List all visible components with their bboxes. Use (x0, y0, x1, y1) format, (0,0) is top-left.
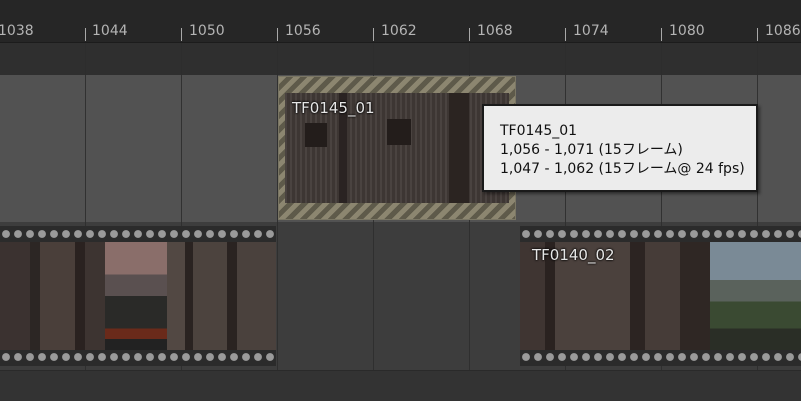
ruler-tick (373, 28, 374, 41)
film-perforations (0, 227, 276, 241)
tooltip-clip-name: TF0145_01 (500, 123, 578, 139)
ruler-tick (181, 28, 182, 41)
film-perforations (520, 227, 801, 241)
clip-tf0140[interactable]: TF0140_02 (520, 226, 801, 366)
window-shape (305, 123, 327, 147)
tooltip-range: 1,056 - 1,071 (15フレーム) (500, 142, 683, 158)
ruler-tick-label: 1038 (0, 23, 34, 39)
clip-left[interactable] (0, 226, 276, 366)
ruler-tick-label: 1062 (381, 23, 417, 39)
clip-label: TF0140_02 (532, 246, 615, 264)
track-header-row (0, 43, 801, 75)
timeline-ruler[interactable]: 1038 1044 1050 1056 1062 1068 1074 1080 … (0, 0, 801, 43)
ruler-tick-label: 1056 (285, 23, 321, 39)
track-footer (0, 370, 801, 401)
ruler-tick (85, 28, 86, 41)
ruler-tick-label: 1080 (669, 23, 705, 39)
ruler-tick (661, 28, 662, 41)
clip-label: TF0145_01 (292, 99, 375, 117)
clip-thumbnails (0, 242, 276, 350)
thumbnail-frame (167, 242, 276, 350)
ruler-tick (469, 28, 470, 41)
tooltip-source-range: 1,047 - 1,062 (15フレーム@ 24 fps) (500, 161, 745, 177)
clip-tooltip: TF0145_01 1,056 - 1,071 (15フレーム) 1,047 -… (482, 104, 758, 192)
ruler-tick (277, 28, 278, 41)
thumbnail-frame (0, 242, 105, 350)
ruler-tick (757, 28, 758, 41)
ruler-tick-label: 1086 (765, 23, 801, 39)
film-perforations (520, 350, 801, 364)
thumbnail-frame (710, 242, 801, 350)
film-perforations (0, 350, 276, 364)
window-shape (387, 119, 411, 145)
thumbnail-frame (105, 242, 167, 350)
ruler-tick (565, 28, 566, 41)
clip-tf0145-selected[interactable]: TF0145_01 (278, 76, 516, 220)
ruler-tick-label: 1050 (189, 23, 225, 39)
ruler-tick-label: 1044 (92, 23, 128, 39)
ruler-tick-label: 1068 (477, 23, 513, 39)
ruler-tick-label: 1074 (573, 23, 609, 39)
